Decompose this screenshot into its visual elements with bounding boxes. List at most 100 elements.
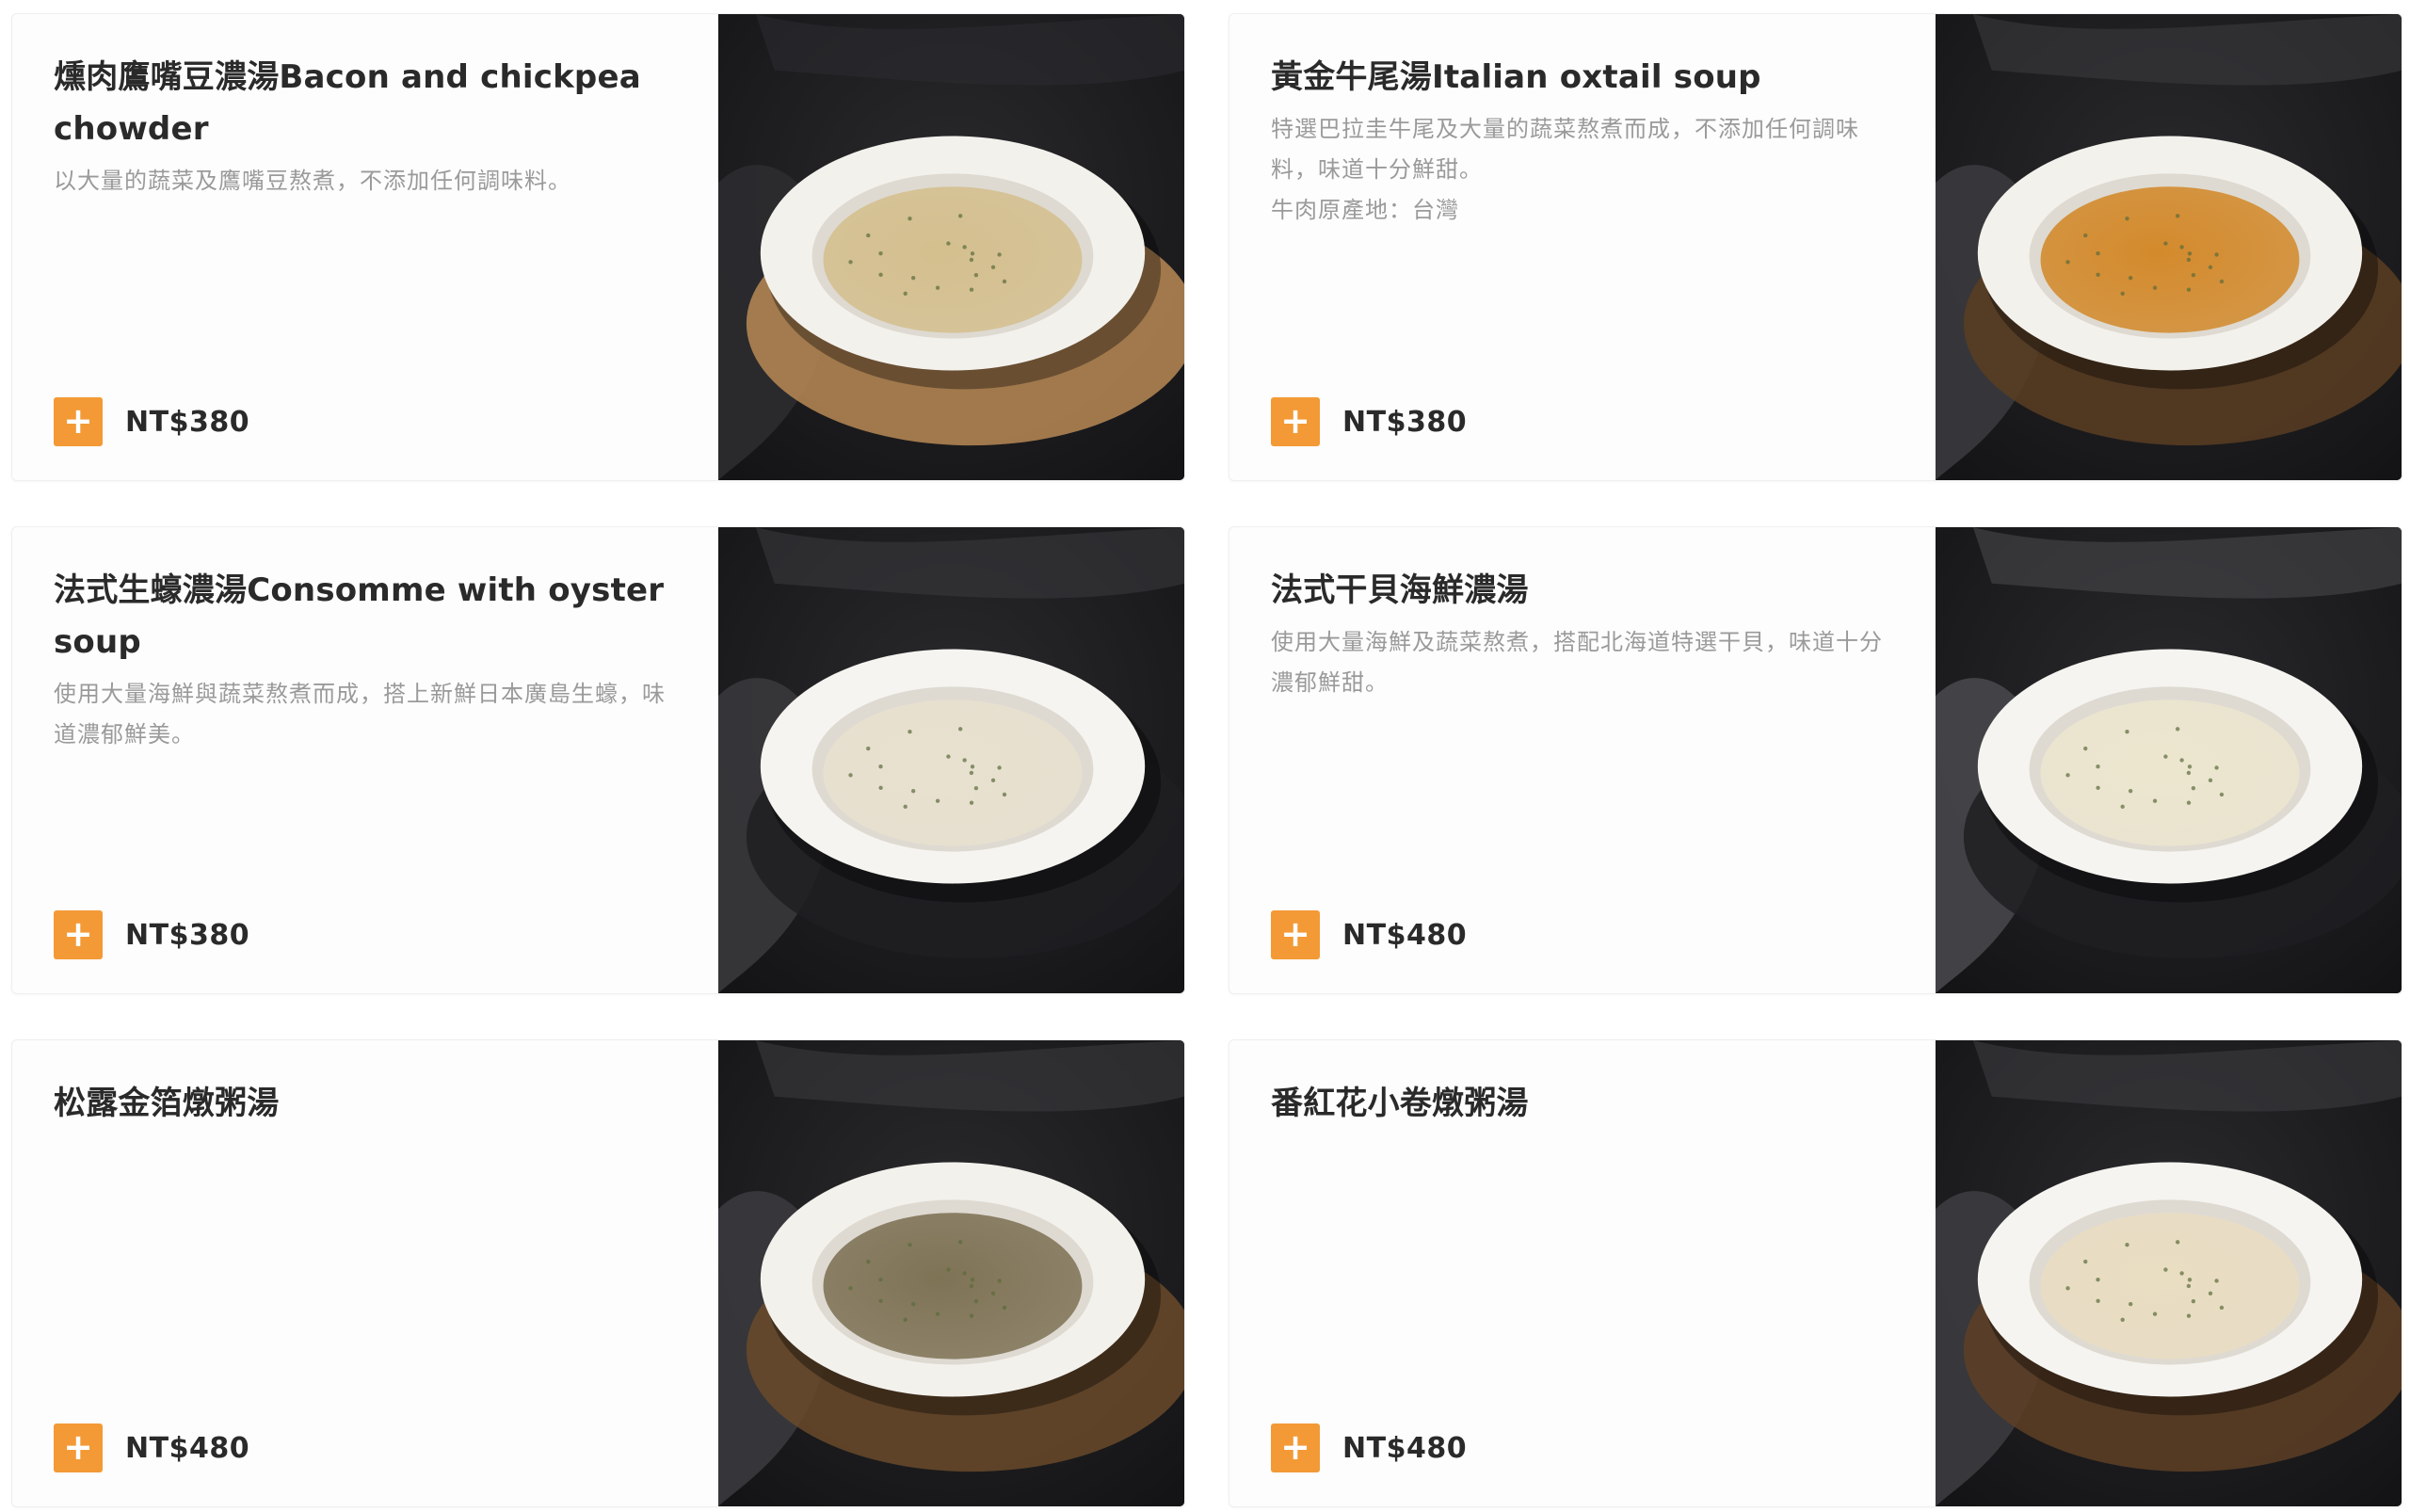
photo-garnish: [878, 785, 883, 790]
photo-garnish: [2152, 798, 2158, 803]
soup-photo-illustration: [1936, 14, 2402, 480]
photo-soup: [2040, 186, 2300, 333]
plus-icon: +: [63, 913, 93, 955]
photo-garnish: [2065, 773, 2070, 778]
menu-item-footer: + NT$380: [1271, 397, 1467, 446]
menu-item-footer: + NT$380: [54, 910, 249, 959]
photo-soup: [823, 186, 1083, 333]
photo-garnish: [2163, 241, 2168, 246]
photo-garnish: [2208, 1291, 2213, 1296]
photo-garnish: [908, 1243, 912, 1247]
menu-item-description: 特選巴拉圭牛尾及大量的蔬菜熬煮而成，不添加任何調味料，味道十分鮮甜。 牛肉原產地…: [1271, 116, 1859, 223]
photo-garnish: [908, 730, 912, 734]
photo-garnish: [2163, 754, 2168, 759]
photo-garnish: [878, 764, 883, 769]
photo-garnish: [1002, 792, 1007, 797]
photo-garnish: [946, 1267, 951, 1272]
photo-garnish: [973, 1298, 979, 1304]
menu-item-title: 番紅花小卷燉粥湯: [1271, 1085, 1529, 1122]
plus-icon: +: [1280, 400, 1310, 442]
menu-item-photo[interactable]: [718, 14, 1184, 480]
photo-garnish: [969, 287, 974, 292]
photo-garnish: [969, 800, 974, 805]
photo-garnish: [1002, 1305, 1007, 1311]
menu-item-title: 松露金箔燉粥湯: [54, 1085, 280, 1122]
menu-item-description: 以大量的蔬菜及鷹嘴豆熬煮，不添加任何調味料。: [54, 168, 571, 194]
menu-item-info: 黃金牛尾湯Italian oxtail soup 特選巴拉圭牛尾及大量的蔬菜熬煮…: [1229, 14, 1936, 480]
menu-item-photo[interactable]: [1936, 14, 2402, 480]
photo-garnish: [969, 257, 974, 263]
menu-item-photo[interactable]: [718, 527, 1184, 993]
photo-soup: [823, 700, 1083, 846]
photo-garnish: [2219, 1305, 2225, 1311]
photo-garnish: [2186, 287, 2192, 292]
photo-garnish: [935, 798, 940, 803]
add-to-cart-button[interactable]: +: [54, 910, 103, 959]
menu-item-card[interactable]: 法式干貝海鮮濃湯 使用大量海鮮及蔬菜熬煮，搭配北海道特選干貝，味道十分濃郁鮮甜。…: [1229, 526, 2402, 994]
photo-garnish: [962, 1271, 967, 1276]
add-to-cart-button[interactable]: +: [1271, 1424, 1320, 1472]
photo-garnish: [997, 252, 1002, 257]
menu-item-price: NT$380: [1342, 405, 1468, 439]
soup-photo-illustration: [718, 14, 1184, 480]
menu-item-title: 法式生蠔濃湯Consomme with oyster soup: [54, 571, 665, 661]
menu-item-photo[interactable]: [1936, 527, 2402, 993]
menu-item-photo[interactable]: [1936, 1040, 2402, 1506]
add-to-cart-button[interactable]: +: [1271, 397, 1320, 446]
photo-garnish: [2128, 1301, 2133, 1307]
menu-item-title: 燻肉鷹嘴豆濃湯Bacon and chickpea chowder: [54, 58, 641, 148]
menu-item-price: NT$480: [125, 1431, 250, 1465]
photo-garnish: [970, 251, 975, 256]
add-to-cart-button[interactable]: +: [54, 397, 103, 446]
photo-soup: [2040, 700, 2300, 846]
photo-garnish: [1002, 279, 1007, 284]
photo-garnish: [969, 1313, 974, 1318]
menu-item-photo[interactable]: [718, 1040, 1184, 1506]
photo-garnish: [2096, 785, 2100, 790]
photo-garnish: [2214, 765, 2219, 770]
plus-icon: +: [63, 400, 93, 442]
photo-garnish: [2208, 265, 2213, 270]
photo-garnish: [2175, 727, 2180, 732]
menu-item-footer: + NT$480: [1271, 1424, 1467, 1472]
photo-garnish: [2120, 1317, 2125, 1322]
plus-icon: +: [1280, 913, 1310, 955]
add-to-cart-button[interactable]: +: [54, 1424, 103, 1472]
photo-garnish: [903, 291, 908, 296]
photo-garnish: [2125, 730, 2129, 734]
photo-garnish: [957, 214, 963, 218]
photo-garnish: [848, 260, 853, 265]
menu-item-footer: + NT$380: [54, 397, 249, 446]
photo-garnish: [935, 285, 940, 290]
photo-garnish: [910, 1301, 916, 1307]
menu-item-card[interactable]: 黃金牛尾湯Italian oxtail soup 特選巴拉圭牛尾及大量的蔬菜熬煮…: [1229, 13, 2402, 481]
photo-garnish: [997, 1279, 1002, 1283]
menu-item-card[interactable]: 法式生蠔濃湯Consomme with oyster soup 使用大量海鮮與蔬…: [11, 526, 1185, 994]
photo-garnish: [2096, 1298, 2100, 1303]
photo-garnish: [2083, 1259, 2088, 1264]
menu-grid: 燻肉鷹嘴豆濃湯Bacon and chickpea chowder 以大量的蔬菜…: [11, 13, 2402, 1507]
add-to-cart-button[interactable]: +: [1271, 910, 1320, 959]
photo-garnish: [910, 275, 916, 281]
photo-garnish: [970, 1278, 975, 1282]
photo-garnish: [866, 746, 871, 751]
menu-item-card[interactable]: 松露金箔燉粥湯 + NT$480: [11, 1039, 1185, 1507]
photo-garnish: [2125, 1243, 2129, 1247]
photo-soup: [2040, 1213, 2300, 1359]
photo-garnish: [2120, 291, 2125, 296]
soup-photo-illustration: [1936, 527, 2402, 993]
photo-garnish: [973, 272, 979, 278]
soup-photo-illustration: [1936, 1040, 2402, 1506]
photo-garnish: [903, 1317, 908, 1322]
menu-item-card[interactable]: 番紅花小卷燉粥湯 + NT$480: [1229, 1039, 2402, 1507]
photo-garnish: [910, 788, 916, 794]
menu-item-info: 松露金箔燉粥湯 + NT$480: [12, 1040, 718, 1506]
photo-garnish: [2128, 275, 2133, 281]
photo-garnish: [997, 765, 1002, 770]
photo-garnish: [962, 758, 967, 763]
menu-item-info: 燻肉鷹嘴豆濃湯Bacon and chickpea chowder 以大量的蔬菜…: [12, 14, 718, 480]
menu-item-footer: + NT$480: [54, 1424, 249, 1472]
menu-item-card[interactable]: 燻肉鷹嘴豆濃湯Bacon and chickpea chowder 以大量的蔬菜…: [11, 13, 1185, 481]
photo-garnish: [2128, 788, 2133, 794]
photo-garnish: [2219, 279, 2225, 284]
